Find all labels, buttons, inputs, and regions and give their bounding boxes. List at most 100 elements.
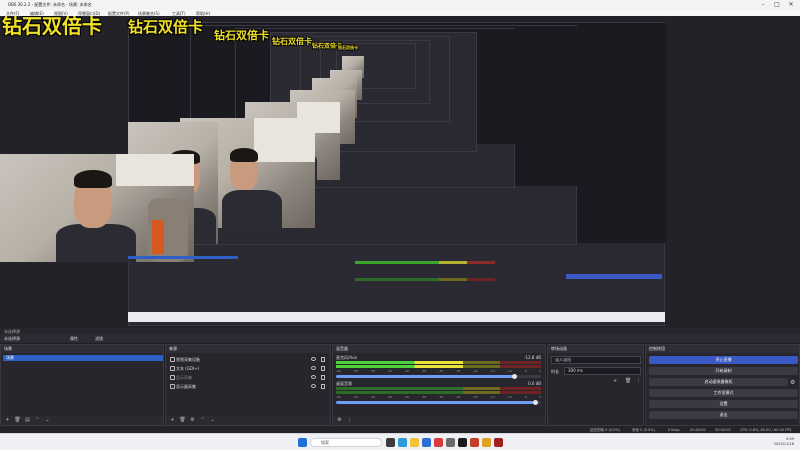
nested-meter [355,278,495,281]
preview-canvas[interactable]: 钻石双倍卡 钻石双倍卡 钻石双倍卡 钻石双倍卡 钻石双倍卡 钻石双倍卡 [0,16,800,328]
meter-tick-label: -25 [455,395,461,399]
app-icon[interactable] [470,438,479,447]
start-icon[interactable] [298,438,307,447]
add-transition-icon[interactable]: + [613,378,617,384]
add-source-icon[interactable]: + [169,417,176,424]
transitions-dock: 转场动画 淡入淡出 时长 300 ms + 🗑 ⋮ [547,344,644,426]
source-item[interactable]: 显示采集 [168,373,328,382]
source-label: 视频采集设备 [176,357,200,362]
audio-mixer-dock: 混音器 麦克风/Aux -12.8 dB -60 -55 -50 -45 -40 -35-… [332,344,546,426]
volume-slider[interactable] [336,400,541,405]
text-icon [170,366,175,371]
transition-menu-icon[interactable]: ⋮ [636,378,641,384]
camera-feed-main [0,154,194,262]
source-item[interactable]: 视频采集设备 [168,355,328,364]
duration-input[interactable]: 300 ms [564,367,641,375]
transition-select[interactable]: 淡入淡出 [551,356,641,364]
settings-button[interactable]: 设置 [649,400,798,408]
scenes-dock: 场景 场景 + 🗑 ▤ ⌃ ⌄ [0,344,164,426]
overlay-text: 钻石双倍卡 [2,16,102,38]
eye-icon[interactable] [311,375,316,379]
mixer-menu-icon[interactable]: ⋮ [346,417,353,424]
clock-date: 2025/11/16 [773,442,794,446]
explorer-icon[interactable] [410,438,419,447]
move-up-icon[interactable]: ⌃ [34,417,41,424]
nested-stop-button [566,274,662,279]
move-down-icon[interactable]: ⌄ [44,417,51,424]
lock-icon[interactable] [321,357,325,362]
move-down-icon[interactable]: ⌄ [209,417,216,424]
add-scene-icon[interactable]: + [4,417,11,424]
app-icon[interactable] [446,438,455,447]
rec-time: 00:00:00 [715,428,731,432]
nested-scene-selected [128,256,238,259]
meter-tick-label: -55 [353,369,358,373]
status-bar: 延迟的帧 0 (0.0%) 丢帧 0 (0.0%) 0 kbps 00:00:0… [0,426,800,433]
start-virtual-camera-button[interactable]: 启动虚拟摄像机 [649,378,788,386]
mixer-settings-icon[interactable]: ⚙ [336,417,343,424]
meter-tick-label: -15 [489,369,495,373]
nested-meter [355,261,495,264]
meter-tick-label: -45 [387,395,393,399]
mixer-channel-mic: 麦克风/Aux -12.8 dB -60 -55 -50 -45 -40 -35 -30 -2… [336,355,541,379]
meter-tick-label: -40 [404,369,410,373]
move-up-icon[interactable]: ⌃ [199,417,206,424]
meter-tick-label: -25 [455,369,461,373]
virtual-camera-settings-icon[interactable]: ⚙ [790,379,795,386]
properties-button[interactable]: 属性 [70,336,78,342]
channel-name: 桌面音频 [336,381,352,386]
meter-tick-label: -60 [336,369,341,373]
mixer-channel-desktop: 桌面音频 0.0 dB -60 -55 -50 -45 -40 -35 -30 -25 -20-… [336,381,541,405]
remove-scene-icon[interactable]: 🗑 [14,417,21,424]
filters-button[interactable]: 滤镜 [95,336,103,342]
obs-icon[interactable] [458,438,467,447]
meter-ticks: -60 -55 -50 -45 -40 -35 -30 -25 -20 -15 -10 -5 0 [336,369,541,373]
remove-transition-icon[interactable]: 🗑 [625,378,631,384]
scene-item[interactable]: 场景 [3,355,163,361]
exit-button[interactable]: 退出 [649,411,798,419]
stop-streaming-button[interactable]: 停止直播 [649,356,798,364]
window-title: OBS 30.2.2 - 配置文件: 未命名 - 场景: 未命名 [8,2,92,7]
eye-icon[interactable] [311,366,316,370]
overlay-text: 钻石双倍卡 [214,29,269,42]
lock-icon[interactable] [321,384,325,389]
bitrate: 0 kbps [668,428,680,432]
nested-taskbar [128,312,665,322]
source-item[interactable]: 文本 (GDI+) [168,364,328,373]
meter-tick-label: -20 [472,369,478,373]
meter-tick-label: -50 [370,369,376,373]
volume-meter [336,365,541,368]
app-icon[interactable] [494,438,503,447]
live-time: 00:00:00 [690,428,706,432]
controls-title: 控制按钮 [646,345,799,353]
minimize-icon[interactable]: – [756,0,770,10]
remove-source-icon[interactable]: 🗑 [179,417,186,424]
overlay-text: 钻石双倍卡 [338,45,358,50]
source-properties-icon[interactable]: ⚙ [189,417,196,424]
meter-tick-label: 0 [539,395,541,399]
meter-tick-label: -10 [506,369,512,373]
meter-tick-label: -45 [387,369,393,373]
eye-icon[interactable] [311,357,316,361]
meter-ticks: -60 -55 -50 -45 -40 -35 -30 -25 -20 -15 -10 -5 0 [336,395,541,399]
edge-icon[interactable] [398,438,407,447]
app-icon[interactable] [434,438,443,447]
taskbar-clock[interactable]: 9:09 2025/11/16 [774,437,794,447]
task-view-icon[interactable] [386,438,395,447]
lock-icon[interactable] [321,366,325,371]
channel-db: -12.8 dB [524,355,541,360]
source-item[interactable]: 显示器采集 [168,382,328,391]
close-icon[interactable]: ✕ [784,0,798,10]
maximize-icon[interactable]: □ [770,0,784,10]
studio-mode-button[interactable]: 工作室模式 [649,389,798,397]
lock-icon[interactable] [321,375,325,380]
volume-slider[interactable] [336,374,541,379]
app-icon[interactable] [482,438,491,447]
scenes-title: 场景 [1,345,163,353]
eye-icon[interactable] [311,384,316,388]
meter-tick-label: -15 [489,395,495,399]
app-icon[interactable] [422,438,431,447]
filters-icon[interactable]: ▤ [24,417,31,424]
start-recording-button[interactable]: 开始录制 [649,367,798,375]
taskbar-search[interactable]: 搜索 [310,438,382,447]
